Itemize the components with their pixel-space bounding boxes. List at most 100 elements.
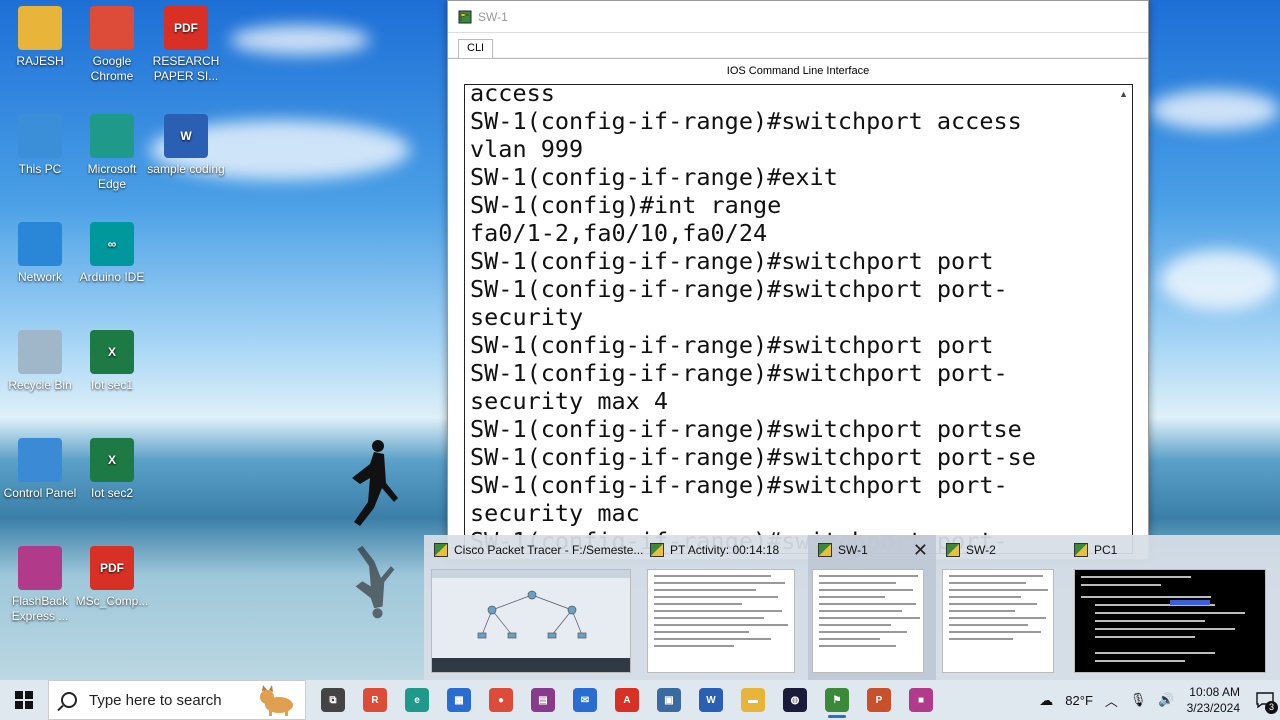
taskbar: Type here to search ⧉ Re ▦ ● ▤ ✉ A ▣ W ▬ ◍ ⚑ P ■ ☁ 82… <box>0 680 1280 720</box>
flashback-icon <box>18 546 62 590</box>
command-prompt-preview <box>1081 576 1245 662</box>
desktop-icon-label: Google Chrome <box>90 54 134 83</box>
file-explorer-icon: ▬ <box>741 688 765 712</box>
thumbnail-preview <box>647 569 795 673</box>
taskbar-app-button[interactable]: ✉ <box>564 680 606 720</box>
tab-cli[interactable]: CLI <box>458 39 494 59</box>
desktop-icon[interactable]: PDF RESEARCH PAPER SI... <box>146 6 226 84</box>
taskbar-app-button[interactable]: ◍ <box>774 680 816 720</box>
packet-tracer-icon <box>946 543 960 557</box>
cli-window[interactable]: SW-1 CLI IOS Command Line Interface acce… <box>447 0 1149 560</box>
pdf-icon: PDF <box>90 546 134 590</box>
desktop-icon-label: Network <box>17 270 62 284</box>
thumbnail-sw-1[interactable]: SW-1 ✕ <box>808 535 936 680</box>
desktop-icon[interactable]: Microsoft Edge <box>72 114 152 192</box>
taskbar-app-button[interactable]: R <box>354 680 396 720</box>
taskbar-app-button[interactable]: ▦ <box>438 680 480 720</box>
speaker-icon[interactable]: 🔊 <box>1158 692 1174 708</box>
excel-icon: X <box>90 330 134 374</box>
virtualbox-icon: ▣ <box>657 688 681 712</box>
taskbar-app-button[interactable]: P <box>858 680 900 720</box>
thumbnail-packet-tracer[interactable]: Cisco Packet Tracer - F:/Semeste... <box>424 535 643 680</box>
winrar-icon: ▤ <box>531 688 555 712</box>
mail-icon: ✉ <box>573 688 597 712</box>
excel-icon: X <box>90 438 134 482</box>
desktop-icon-label: FlashBack Express ... <box>11 594 69 623</box>
tab-bar: CLI <box>448 33 1148 59</box>
taskbar-app-button[interactable]: e <box>396 680 438 720</box>
clock-time: 10:08 AM <box>1189 685 1240 699</box>
desktop-icon-label: Control Panel <box>3 486 77 500</box>
edge-icon <box>90 114 134 158</box>
desktop-icon[interactable]: Recycle Bin <box>0 330 80 393</box>
wallpaper-cloud <box>230 25 370 55</box>
desktop-icon[interactable]: Network <box>0 222 80 285</box>
desktop-icon[interactable]: Google Chrome <box>72 6 152 84</box>
desktop-icon-label: Arduino IDE <box>79 270 145 284</box>
chrome-icon: ● <box>489 688 513 712</box>
packet-tracer-icon <box>650 543 664 557</box>
search-placeholder: Type here to search <box>89 691 222 709</box>
system-clock[interactable]: 10:08 AM 3/23/2024 <box>1187 684 1240 716</box>
microphone-icon[interactable]: 🎙 <box>1130 692 1147 708</box>
start-button[interactable] <box>0 680 48 720</box>
desktop-icon-label: RAJESH <box>16 54 64 68</box>
taskbar-app-button[interactable]: ⚑ <box>816 680 858 720</box>
desktop-icon[interactable]: ∞ Arduino IDE <box>72 222 152 285</box>
desktop-icon-label: Iot sec2 <box>90 486 134 500</box>
weather-icon[interactable]: ☁ <box>1039 692 1053 709</box>
desktop-icon[interactable]: X Iot sec2 <box>72 438 152 501</box>
taskbar-app-button[interactable]: ■ <box>900 680 942 720</box>
desktop-icon[interactable]: X Iot sec1 <box>72 330 152 393</box>
close-icon[interactable]: ✕ <box>913 541 928 559</box>
network-icon <box>18 222 62 266</box>
chevron-up-icon[interactable]: ︿ <box>1105 691 1118 710</box>
desktop-icon[interactable]: Wsample coding <box>146 114 226 177</box>
webex-icon: ◍ <box>783 688 807 712</box>
notification-center-button[interactable]: 3 <box>1250 680 1280 720</box>
desktop-icon[interactable]: RAJESH <box>0 6 80 69</box>
taskbar-app-button[interactable]: ⧉ <box>312 680 354 720</box>
recycle-bin-icon <box>18 330 62 374</box>
notification-badge: 3 <box>1265 701 1278 714</box>
store-icon: ▦ <box>447 688 471 712</box>
taskbar-app-button[interactable]: W <box>690 680 732 720</box>
taskbar-pinned-apps: ⧉ Re ▦ ● ▤ ✉ A ▣ W ▬ ◍ ⚑ P ■ <box>312 680 942 720</box>
taskbar-search-input[interactable]: Type here to search <box>48 680 306 720</box>
packet-tracer-icon <box>434 543 448 557</box>
desktop-icon[interactable]: FlashBack Express ... <box>0 546 80 624</box>
clock-date: 3/23/2024 <box>1186 701 1240 715</box>
terminal-console[interactable]: access SW-1(config-if-range)#switchport … <box>464 84 1133 554</box>
thumbnail-pc1[interactable]: PC1 <box>1064 535 1280 680</box>
chrome-profile-icon: R <box>363 688 387 712</box>
packet-tracer-icon <box>458 10 472 23</box>
desktop-icon-label: Microsoft Edge <box>87 162 137 191</box>
taskbar-app-button[interactable]: ▤ <box>522 680 564 720</box>
thumbnail-preview <box>812 569 924 673</box>
window-titlebar[interactable]: SW-1 <box>448 1 1148 33</box>
desktop-icon-label: sample coding <box>147 162 225 176</box>
packet-tracer-icon <box>818 543 832 557</box>
wallpaper-cloud <box>1150 90 1280 130</box>
thumbnail-sw-2[interactable]: SW-2 <box>936 535 1064 680</box>
word-doc-icon: W <box>164 114 208 158</box>
thumbnail-title: SW-2 <box>966 543 996 557</box>
taskbar-app-button[interactable]: A <box>606 680 648 720</box>
weather-temp[interactable]: 82°F <box>1065 693 1093 708</box>
desktop-icon[interactable]: This PC <box>0 114 80 177</box>
taskbar-app-button[interactable]: ● <box>480 680 522 720</box>
control-panel-icon <box>18 438 62 482</box>
desktop-icon[interactable]: PDF MSc_Comp... <box>72 546 152 609</box>
desktop-icon-label: Recycle Bin <box>8 378 72 392</box>
taskbar-app-button[interactable]: ▬ <box>732 680 774 720</box>
pdf-icon: PDF <box>164 6 208 50</box>
acrobat-icon: A <box>615 688 639 712</box>
thumbnail-pt-activity[interactable]: PT Activity: 00:14:18 <box>640 535 800 680</box>
desktop-icon[interactable]: Control Panel <box>0 438 80 501</box>
packet-tracer-icon: ⚑ <box>825 688 849 712</box>
system-tray: ☁ 82°F ︿ 🎙 🔊 10:08 AM 3/23/2024 3 <box>1033 680 1280 720</box>
thumbnail-title: SW-1 <box>838 543 868 557</box>
scroll-up-arrow-icon[interactable]: ▲ <box>1119 89 1128 99</box>
user-folder-icon <box>18 6 62 50</box>
taskbar-app-button[interactable]: ▣ <box>648 680 690 720</box>
